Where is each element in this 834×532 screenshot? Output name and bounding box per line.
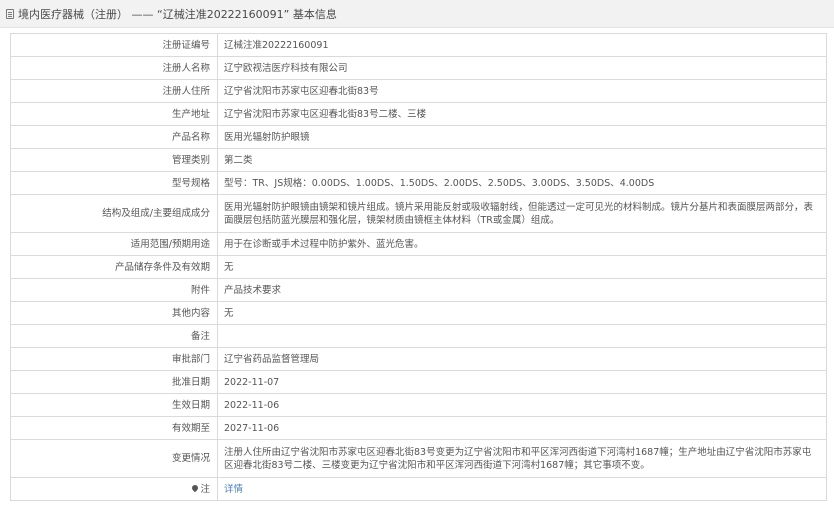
row-value: 辽宁欧视洁医疗科技有限公司	[217, 56, 827, 80]
row-intended-use: 适用范围/预期用途 用于在诊断或手术过程中防护紫外、蓝光危害。	[10, 232, 827, 256]
row-production-address: 生产地址 辽宁省沈阳市苏家屯区迎春北街83号二楼、三楼	[10, 102, 827, 126]
row-value: 医用光辐射防护眼镜	[217, 125, 827, 149]
row-value: 辽宁省药品监督管理局	[217, 347, 827, 371]
row-value: 第二类	[217, 148, 827, 172]
row-label: 有效期至	[10, 416, 218, 440]
row-label: 生效日期	[10, 393, 218, 417]
row-value: 2027-11-06	[217, 416, 827, 440]
row-registrant-address: 注册人住所 辽宁省沈阳市苏家屯区迎春北街83号	[10, 79, 827, 103]
row-label: 产品储存条件及有效期	[10, 255, 218, 279]
row-approval-department: 审批部门 辽宁省药品监督管理局	[10, 347, 827, 371]
row-value: 2022-11-07	[217, 370, 827, 394]
row-label: 附件	[10, 278, 218, 302]
row-label: 注册人住所	[10, 79, 218, 103]
row-note-details: 注 详情	[10, 477, 827, 501]
row-model-spec: 型号规格 型号：TR、JS规格：0.00DS、1.00DS、1.50DS、2.0…	[10, 171, 827, 195]
row-label: 批准日期	[10, 370, 218, 394]
row-value: 无	[217, 255, 827, 279]
row-value: 产品技术要求	[217, 278, 827, 302]
page-header: 境内医疗器械（注册） —— “辽械注准20222160091” 基本信息	[0, 0, 834, 28]
row-registrant-name: 注册人名称 辽宁欧视洁医疗科技有限公司	[10, 56, 827, 80]
row-value: 无	[217, 301, 827, 325]
row-remarks: 备注	[10, 324, 827, 348]
row-label: 生产地址	[10, 102, 218, 126]
row-product-name: 产品名称 医用光辐射防护眼镜	[10, 125, 827, 149]
row-value: 注册人住所由辽宁省沈阳市苏家屯区迎春北街83号变更为辽宁省沈阳市和平区浑河西街道…	[217, 439, 827, 478]
row-value: 医用光辐射防护眼镜由镜架和镜片组成。镜片采用能反射或吸收辐射线，但能透过一定可见…	[217, 194, 827, 233]
row-label: 备注	[10, 324, 218, 348]
row-valid-until: 有效期至 2027-11-06	[10, 416, 827, 440]
row-label: 管理类别	[10, 148, 218, 172]
row-value: 详情	[217, 477, 827, 501]
note-label: 注	[200, 483, 210, 495]
row-effective-date: 生效日期 2022-11-06	[10, 393, 827, 417]
row-attachment: 附件 产品技术要求	[10, 278, 827, 302]
location-pin-icon	[191, 483, 200, 493]
row-value: 用于在诊断或手术过程中防护紫外、蓝光危害。	[217, 232, 827, 256]
row-structure-composition: 结构及组成/主要组成成分 医用光辐射防护眼镜由镜架和镜片组成。镜片采用能反射或吸…	[10, 194, 827, 233]
row-approval-date: 批准日期 2022-11-07	[10, 370, 827, 394]
details-link[interactable]: 详情	[224, 484, 243, 495]
info-table: 注册证编号 辽械注准20222160091 注册人名称 辽宁欧视洁医疗科技有限公…	[10, 33, 827, 501]
row-storage-validity: 产品储存条件及有效期 无	[10, 255, 827, 279]
row-other-content: 其他内容 无	[10, 301, 827, 325]
document-icon	[6, 8, 14, 19]
row-label: 注册人名称	[10, 56, 218, 80]
row-value: 辽宁省沈阳市苏家屯区迎春北街83号二楼、三楼	[217, 102, 827, 126]
row-label: 产品名称	[10, 125, 218, 149]
row-management-category: 管理类别 第二类	[10, 148, 827, 172]
row-label: 其他内容	[10, 301, 218, 325]
row-label: 型号规格	[10, 171, 218, 195]
row-value	[217, 324, 827, 348]
row-value: 辽宁省沈阳市苏家屯区迎春北街83号	[217, 79, 827, 103]
row-value: 2022-11-06	[217, 393, 827, 417]
row-label: 注册证编号	[10, 33, 218, 57]
row-label: 适用范围/预期用途	[10, 232, 218, 256]
row-label: 变更情况	[10, 439, 218, 478]
row-change-history: 变更情况 注册人住所由辽宁省沈阳市苏家屯区迎春北街83号变更为辽宁省沈阳市和平区…	[10, 439, 827, 478]
row-label: 结构及组成/主要组成成分	[10, 194, 218, 233]
row-value: 辽械注准20222160091	[217, 33, 827, 57]
row-label: 审批部门	[10, 347, 218, 371]
row-value: 型号：TR、JS规格：0.00DS、1.00DS、1.50DS、2.00DS、2…	[217, 171, 827, 195]
row-registration-number: 注册证编号 辽械注准20222160091	[10, 33, 827, 57]
row-label: 注	[10, 477, 218, 501]
page-title: 境内医疗器械（注册） —— “辽械注准20222160091” 基本信息	[18, 7, 337, 21]
